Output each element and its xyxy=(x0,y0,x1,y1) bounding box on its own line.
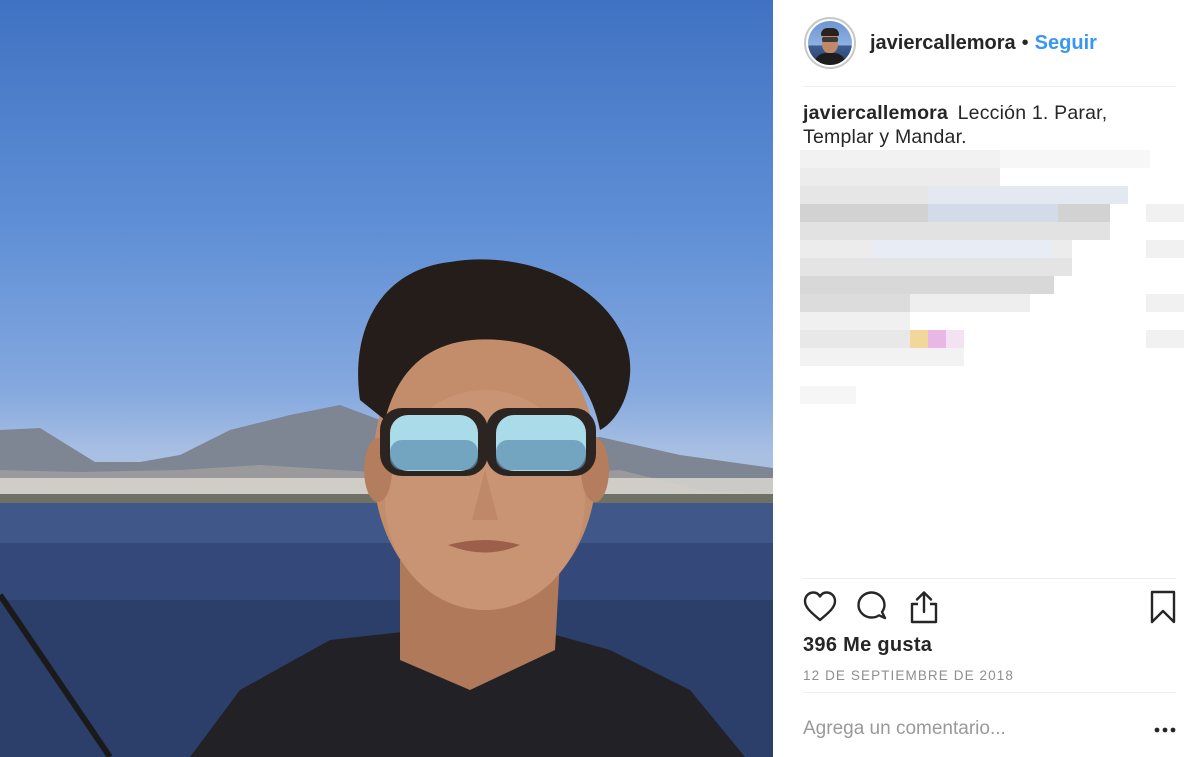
bookmark-icon[interactable] xyxy=(1146,590,1180,624)
post-date: 12 DE SEPTIEMBRE DE 2018 xyxy=(803,668,1014,683)
follow-button[interactable]: Seguir xyxy=(1035,32,1097,55)
share-icon[interactable] xyxy=(907,590,941,624)
divider xyxy=(803,692,1176,693)
avatar-image xyxy=(808,21,852,65)
pixelated-comments xyxy=(800,150,1184,404)
heart-icon[interactable] xyxy=(803,590,837,624)
post-caption: javiercallemora Lección 1. Parar, Templa… xyxy=(803,101,1175,149)
post-photo[interactable] xyxy=(0,0,773,757)
comment-input[interactable] xyxy=(803,718,1123,740)
username-link[interactable]: javiercallemora xyxy=(870,32,1016,55)
selfie-image xyxy=(0,259,773,757)
avatar[interactable] xyxy=(804,17,856,69)
divider xyxy=(803,578,1176,579)
comment-icon[interactable] xyxy=(855,590,889,624)
likes-count[interactable]: 396 Me gusta xyxy=(803,634,932,657)
post-sidebar: javiercallemora • Seguir javiercallemora… xyxy=(773,0,1200,757)
action-bar xyxy=(803,590,1176,626)
separator-dot: • xyxy=(1021,31,1029,54)
caption-username-link[interactable]: javiercallemora xyxy=(803,102,948,124)
post-header: javiercallemora • Seguir xyxy=(773,0,1200,86)
divider xyxy=(803,86,1176,87)
ellipsis-icon[interactable] xyxy=(1153,722,1177,738)
